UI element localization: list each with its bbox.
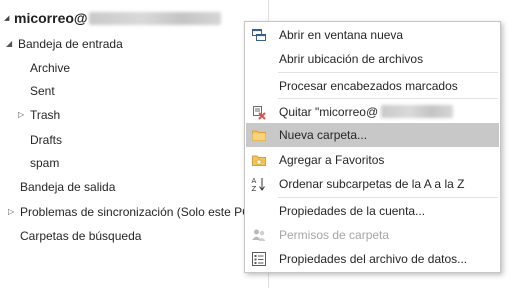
folder-search-folders[interactable]: Carpetas de búsqueda — [20, 225, 141, 247]
menu-item-label: Agregar a Favoritos — [279, 153, 385, 167]
menu-item-label: Abrir en ventana nueva — [279, 28, 404, 42]
account-name: micorreo@ — [14, 10, 88, 26]
account-header[interactable]: ◢ micorreo@ — [0, 6, 268, 30]
folder-pane: ◢ micorreo@ ◢ Bandeja de entrada Archive… — [0, 0, 269, 288]
sort-az-icon: A Z — [251, 176, 267, 192]
menu-data-file-properties[interactable]: Propiedades del archivo de datos... — [246, 247, 499, 271]
menu-item-label: Ordenar subcarpetas de la A a la Z — [279, 177, 465, 191]
folder-label: Sent — [30, 84, 55, 98]
folder-label: Archive — [30, 61, 71, 75]
permissions-icon — [251, 227, 267, 243]
svg-text:A: A — [252, 177, 257, 185]
menu-add-to-favorites[interactable]: Agregar a Favoritos — [246, 148, 499, 172]
new-window-icon — [251, 27, 267, 43]
menu-item-label: Procesar encabezados marcados — [279, 79, 458, 93]
menu-item-label: Propiedades del archivo de datos... — [279, 252, 468, 266]
folder-label: Problemas de sincronización (Solo este P… — [20, 205, 255, 219]
redacted-email — [381, 105, 454, 118]
menu-item-label: Propiedades de la cuenta... — [279, 204, 426, 218]
folder-drafts[interactable]: Drafts — [30, 129, 62, 151]
expand-caret-icon[interactable]: ◢ — [6, 33, 18, 55]
menu-separator — [278, 72, 498, 73]
menu-process-headers[interactable]: Procesar encabezados marcados — [246, 74, 499, 98]
folder-sync-issues[interactable]: ▷ Problemas de sincronización (Solo este… — [8, 201, 255, 223]
folder-trash[interactable]: ▷ Trash — [18, 104, 60, 126]
folder-outbox[interactable]: Bandeja de salida — [20, 176, 115, 198]
menu-open-file-location[interactable]: Abrir ubicación de archivos — [246, 47, 499, 71]
menu-item-label: Quitar "micorreo@ — [279, 105, 454, 119]
menu-account-properties[interactable]: Propiedades de la cuenta... — [246, 199, 499, 223]
remove-account-icon — [251, 104, 267, 120]
menu-folder-permissions[interactable]: Permisos de carpeta — [246, 223, 499, 247]
menu-separator — [278, 98, 498, 99]
folder-inbox[interactable]: ◢ Bandeja de entrada — [6, 33, 123, 55]
menu-open-new-window[interactable]: Abrir en ventana nueva — [246, 23, 499, 47]
menu-item-label: Nueva carpeta... — [279, 128, 368, 142]
menu-item-label: Permisos de carpeta — [279, 228, 390, 242]
menu-remove-account[interactable]: Quitar "micorreo@ — [246, 100, 499, 124]
collapse-caret-icon[interactable]: ◢ — [4, 14, 12, 22]
folder-label: Drafts — [30, 133, 63, 147]
folder-label: Trash — [30, 108, 61, 122]
folder-label: spam — [30, 156, 60, 170]
folder-spam[interactable]: spam — [30, 152, 59, 174]
folder-archive[interactable]: Archive — [30, 57, 70, 79]
folder-label: Carpetas de búsqueda — [20, 229, 142, 243]
remove-account-text: Quitar "micorreo@ — [279, 105, 379, 119]
menu-new-folder[interactable]: Nueva carpeta... — [246, 123, 499, 147]
menu-sort-subfolders[interactable]: A Z Ordenar subcarpetas de la A a la Z — [246, 172, 499, 196]
folder-label: Bandeja de salida — [20, 180, 116, 194]
redacted-email — [88, 11, 221, 25]
folder-label: Bandeja de entrada — [18, 37, 123, 51]
properties-icon — [251, 251, 267, 267]
folder-sent[interactable]: Sent — [30, 80, 55, 102]
svg-text:Z: Z — [252, 185, 257, 192]
menu-separator — [278, 197, 498, 198]
expand-caret-icon[interactable]: ▷ — [8, 201, 20, 223]
favorite-folder-icon — [251, 152, 267, 168]
context-menu: Abrir en ventana nueva Abrir ubicación d… — [244, 21, 501, 273]
expand-caret-icon[interactable]: ▷ — [18, 104, 30, 126]
menu-item-label: Abrir ubicación de archivos — [279, 52, 424, 66]
folder-icon — [251, 127, 267, 143]
